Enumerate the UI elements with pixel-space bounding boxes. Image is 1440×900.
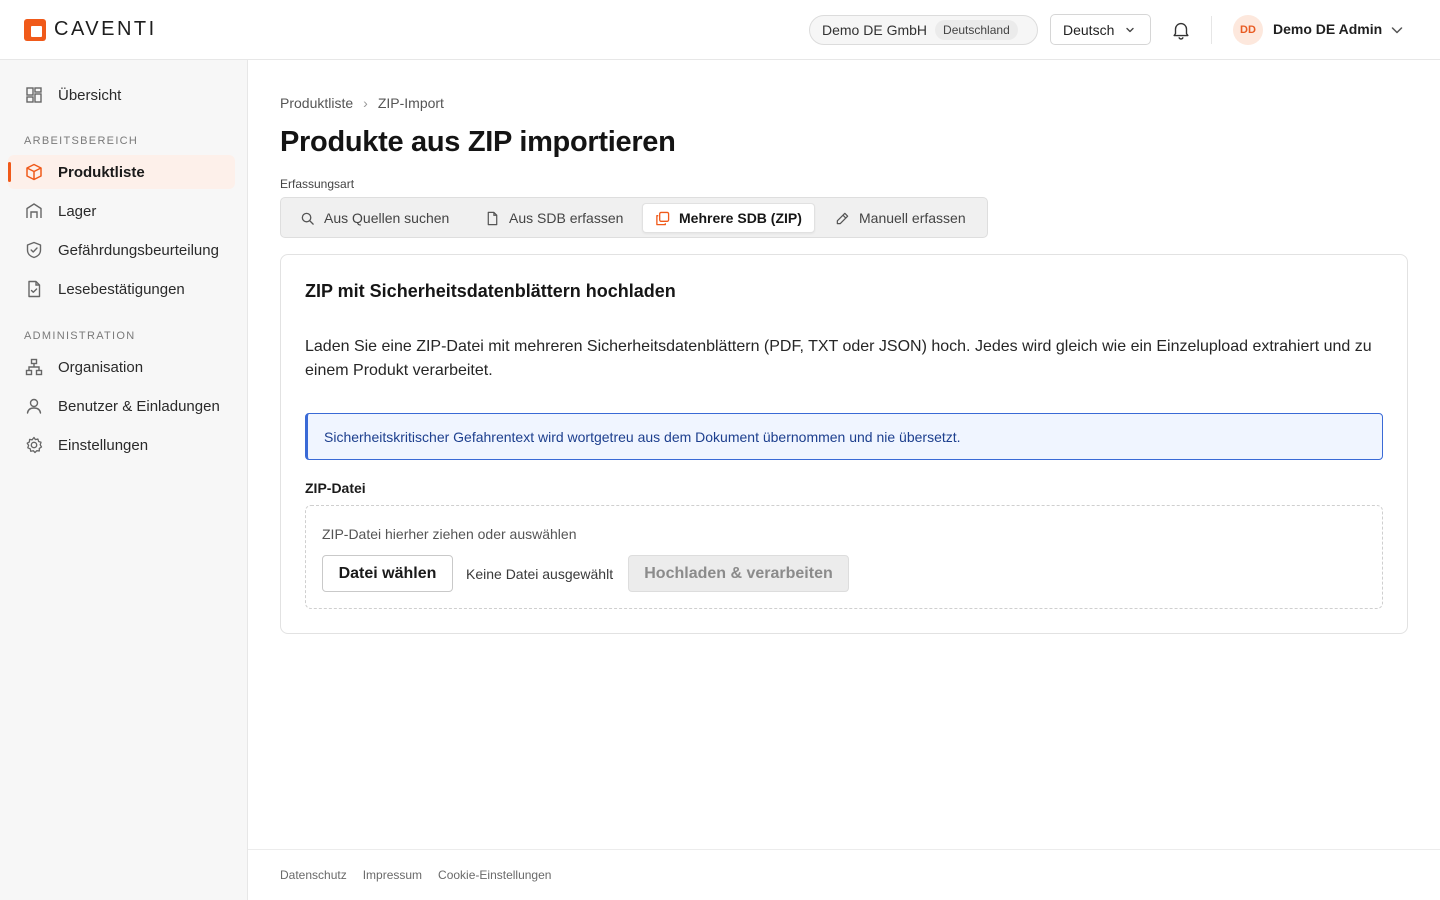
dropzone-hint: ZIP-Datei hierher ziehen oder auswählen — [322, 526, 577, 542]
logo[interactable]: CAVENTI — [24, 18, 157, 41]
sidebar-item-label: Benutzer & Einladungen — [58, 397, 220, 415]
footer: Datenschutz Impressum Cookie-Einstellung… — [248, 849, 1440, 900]
section-label-workspace: ARBEITSBEREICH — [24, 135, 139, 147]
sidebar-item-label: Einstellungen — [58, 436, 149, 454]
zip-upload-card: ZIP mit Sicherheitsdatenblättern hochlad… — [280, 254, 1408, 634]
footer-link-imprint[interactable]: Impressum — [363, 868, 422, 882]
language-select[interactable]: Deutsch — [1050, 14, 1151, 45]
breadcrumb-separator: › — [363, 95, 368, 111]
sidebar-item-label: Übersicht — [58, 86, 122, 104]
sidebar-item-read-confirmations[interactable]: Lesebestätigungen — [8, 272, 235, 306]
sidebar-item-users[interactable]: Benutzer & Einladungen — [8, 389, 235, 423]
zip-file-label: ZIP-Datei — [305, 480, 366, 496]
info-alert-text: Sicherheitskritischer Gefahrentext wird … — [324, 428, 961, 445]
sidebar-item-label: Gefährdungsbeurteilung — [58, 241, 219, 259]
chevron-down-icon[interactable] — [1389, 22, 1405, 38]
sidebar-item-risk-assessment[interactable]: Gefährdungsbeurteilung — [8, 233, 235, 267]
zip-dropzone[interactable]: ZIP-Datei hierher ziehen oder auswählen … — [305, 505, 1383, 609]
sidebar-item-label: Organisation — [58, 358, 144, 376]
org-chart-icon — [25, 358, 43, 376]
capture-mode-tabs: Aus Quellen suchen Aus SDB erfassen Mehr… — [280, 197, 988, 238]
sidebar-item-label: Lesebestätigungen — [58, 280, 185, 298]
warehouse-icon — [26, 203, 42, 218]
tab-search-sources[interactable]: Aus Quellen suchen — [288, 203, 461, 233]
search-icon — [301, 212, 314, 225]
tab-label: Aus Quellen suchen — [324, 210, 450, 226]
info-alert: Sicherheitskritischer Gefahrentext wird … — [305, 413, 1383, 460]
page-title: Produkte aus ZIP importieren — [280, 126, 676, 158]
tab-label: Manuell erfassen — [859, 210, 966, 226]
upload-process-button[interactable]: Hochladen & verarbeiten — [628, 555, 849, 592]
logo-text: CAVENTI — [54, 18, 157, 40]
sidebar: Übersicht ARBEITSBEREICH Produktliste La… — [0, 60, 248, 900]
pencil-icon — [836, 212, 849, 224]
tab-multiple-sds-zip[interactable]: Mehrere SDB (ZIP) — [642, 203, 815, 233]
sidebar-item-overview[interactable]: Übersicht — [8, 78, 235, 112]
org-country-badge: Deutschland — [935, 20, 1018, 40]
file-icon — [487, 211, 498, 225]
choose-file-button[interactable]: Datei wählen — [322, 555, 453, 592]
sidebar-item-label: Produktliste — [58, 163, 145, 181]
card-title: ZIP mit Sicherheitsdatenblättern hochlad… — [305, 281, 676, 301]
chevron-down-icon — [1126, 27, 1135, 32]
breadcrumb-parent-link[interactable]: Produktliste — [280, 95, 353, 111]
document-check-icon — [28, 280, 41, 298]
selected-file-status: Keine Datei ausgewählt — [466, 566, 614, 582]
user-icon — [26, 398, 42, 414]
card-description: Laden Sie eine ZIP-Datei mit mehreren Si… — [305, 338, 1372, 379]
bell-icon[interactable] — [1170, 19, 1192, 41]
header-divider — [1211, 16, 1212, 44]
copy-icon — [656, 211, 670, 225]
footer-link-privacy[interactable]: Datenschutz — [280, 868, 347, 882]
tab-from-sds[interactable]: Aus SDB erfassen — [473, 203, 635, 233]
language-value: Deutsch — [1063, 21, 1115, 38]
avatar[interactable]: DD — [1233, 15, 1263, 45]
org-name: Demo DE GmbH — [822, 22, 928, 38]
shield-icon — [26, 241, 42, 259]
footer-link-cookie-settings[interactable]: Cookie-Einstellungen — [438, 868, 551, 882]
sidebar-item-label: Lager — [58, 202, 97, 220]
sidebar-item-settings[interactable]: Einstellungen — [8, 428, 235, 462]
breadcrumb: Produktliste › ZIP-Import — [280, 95, 444, 111]
sidebar-item-organization[interactable]: Organisation — [8, 350, 235, 384]
tab-label: Aus SDB erfassen — [509, 210, 624, 226]
user-name[interactable]: Demo DE Admin — [1273, 21, 1382, 37]
sidebar-item-products[interactable]: Produktliste — [8, 155, 235, 189]
organization-switcher[interactable]: Demo DE GmbH Deutschland — [809, 15, 1038, 45]
tab-manual-entry[interactable]: Manuell erfassen — [823, 203, 978, 233]
tab-label: Mehrere SDB (ZIP) — [679, 210, 802, 226]
sidebar-item-warehouse[interactable]: Lager — [8, 194, 235, 228]
logo-mark-icon — [24, 18, 46, 41]
section-label-admin: ADMINISTRATION — [24, 330, 136, 342]
box-icon — [26, 163, 42, 181]
capture-mode-label: Erfassungsart — [280, 177, 355, 191]
breadcrumb-current: ZIP-Import — [377, 95, 444, 111]
dashboard-icon — [26, 87, 42, 103]
gear-icon — [26, 436, 43, 454]
top-bar: CAVENTI Demo DE GmbH Deutschland Deutsch… — [0, 0, 1440, 60]
